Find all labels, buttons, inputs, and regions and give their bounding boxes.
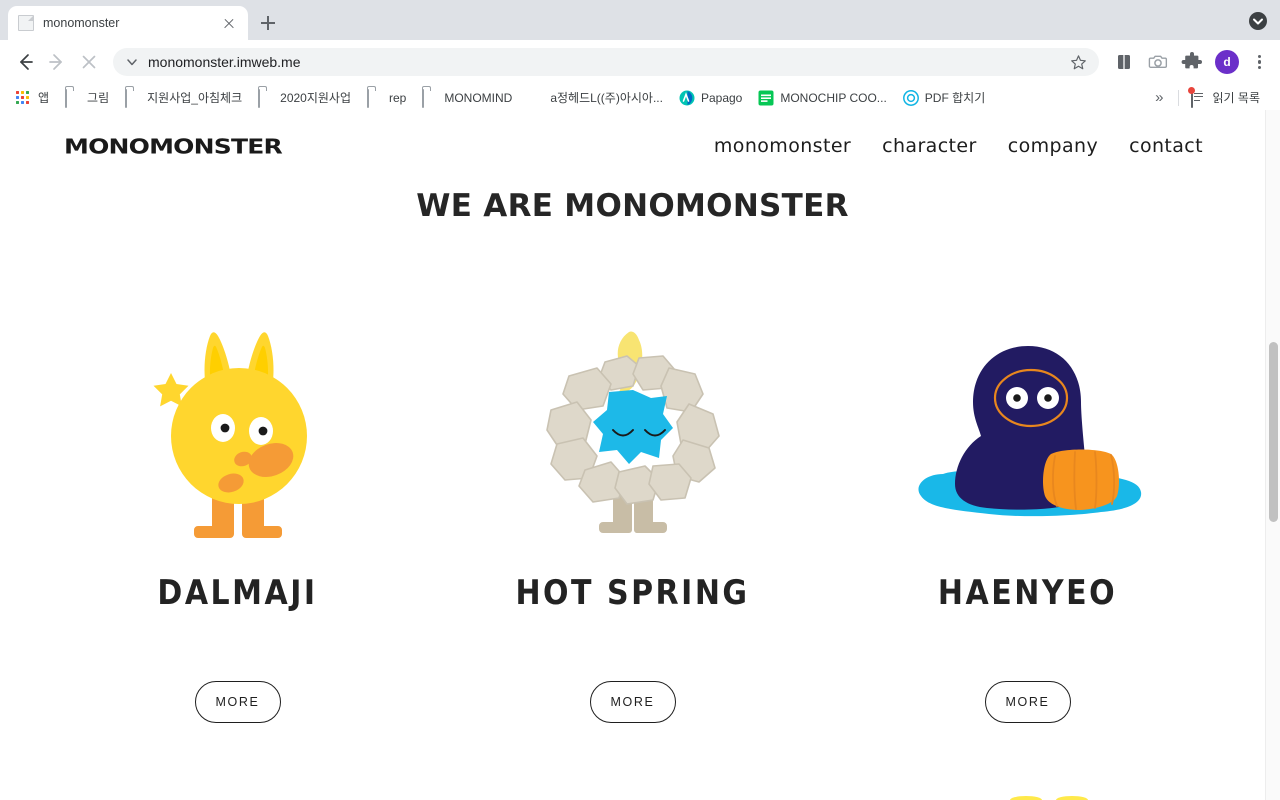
bookmark-label: PDF 합치기 bbox=[924, 91, 986, 105]
page-icon bbox=[18, 15, 34, 31]
apps-grid-icon bbox=[16, 90, 32, 106]
character-card-haenyeo: HAENYEO MORE bbox=[830, 310, 1225, 723]
stop-loading-icon[interactable] bbox=[74, 47, 104, 77]
arrow-left-icon[interactable] bbox=[10, 47, 40, 77]
bookmark-monochip-coo[interactable]: MONOCHIP COO... bbox=[751, 87, 893, 109]
reading-list-icon bbox=[1187, 86, 1207, 108]
arrow-right-icon bbox=[42, 47, 72, 77]
star-outline-icon[interactable] bbox=[1070, 54, 1087, 71]
bookmark-pdf-merge[interactable]: PDF 합치기 bbox=[896, 86, 992, 109]
more-button-hot-spring[interactable]: MORE bbox=[589, 681, 676, 723]
bookmark-label: 2020지원사업 bbox=[280, 91, 351, 105]
character-cards: DALMAJI MORE HOT SPRING MORE HAENYEO MOR… bbox=[0, 310, 1265, 723]
bookmarks-overflow: » 읽기 목록 bbox=[1151, 86, 1271, 109]
reading-mode-icon[interactable] bbox=[1111, 49, 1137, 75]
folder-icon bbox=[367, 88, 383, 108]
hot-spring-character[interactable] bbox=[533, 310, 733, 550]
nav-item-monomonster[interactable]: monomonster bbox=[714, 135, 851, 157]
browser-window: monomonster monomonster.imweb.me d 앱 그림 … bbox=[0, 0, 1280, 800]
bookmarks-bar: 앱 그림 지원사업_아침체크 2020지원사업 rep MONOMIND a정헤… bbox=[0, 84, 1280, 112]
reading-list-label: 읽기 목록 bbox=[1212, 91, 1261, 105]
reading-list-button[interactable]: 읽기 목록 bbox=[1187, 86, 1268, 109]
bookmark-folder-support-morning-check[interactable]: 지원사업_아침체크 bbox=[118, 86, 249, 109]
camera-icon[interactable] bbox=[1145, 49, 1171, 75]
avatar[interactable]: d bbox=[1215, 50, 1239, 74]
more-button-haenyeo[interactable]: MORE bbox=[984, 681, 1071, 723]
haenyeo-character[interactable] bbox=[903, 310, 1153, 550]
bookmark-papago[interactable]: Papago bbox=[672, 87, 749, 109]
address-bar[interactable]: monomonster.imweb.me bbox=[113, 48, 1099, 76]
bookmark-label: 앱 bbox=[38, 91, 50, 105]
bookmarks-overflow-button[interactable]: » bbox=[1151, 89, 1167, 106]
line-store-icon bbox=[758, 90, 774, 106]
nav-item-company[interactable]: company bbox=[1008, 135, 1098, 157]
character-name: DALMAJI bbox=[157, 574, 318, 614]
site-header: MONOMONSTER monomonster character compan… bbox=[0, 110, 1265, 182]
bookmark-apps[interactable]: 앱 bbox=[9, 86, 56, 109]
folder-icon bbox=[65, 88, 81, 108]
bookmark-label: MONOMIND bbox=[444, 90, 513, 105]
chevron-down-icon[interactable] bbox=[125, 55, 139, 69]
next-section-peek bbox=[0, 778, 1265, 800]
bookmark-label: rep bbox=[389, 90, 407, 105]
character-card-hot-spring: HOT SPRING MORE bbox=[435, 310, 830, 723]
extensions-puzzle-icon[interactable] bbox=[1179, 49, 1205, 75]
bookmark-folder-rep[interactable]: rep bbox=[360, 87, 413, 109]
page-scrollbar-thumb[interactable] bbox=[1269, 342, 1278, 522]
bookmark-folder-geurim[interactable]: 그림 bbox=[58, 86, 116, 109]
folder-icon bbox=[422, 88, 438, 108]
bookmark-label: MONOCHIP COO... bbox=[780, 90, 887, 105]
browser-tab[interactable]: monomonster bbox=[8, 6, 248, 40]
rabbit-character[interactable] bbox=[138, 310, 338, 550]
more-button-dalmaji[interactable]: MORE bbox=[194, 681, 281, 723]
divider bbox=[1177, 89, 1179, 106]
close-icon[interactable] bbox=[220, 14, 238, 32]
folder-icon bbox=[125, 88, 141, 108]
page-scrollbar-track[interactable] bbox=[1265, 110, 1280, 800]
website-page: MONOMONSTER monomonster character compan… bbox=[0, 110, 1265, 800]
papago-icon bbox=[679, 90, 695, 106]
tab-strip: monomonster bbox=[0, 0, 1280, 40]
browser-toolbar: monomonster.imweb.me d bbox=[0, 40, 1280, 84]
bookmark-label: 그림 bbox=[87, 91, 110, 105]
nav-item-character[interactable]: character bbox=[882, 135, 977, 157]
tab-title: monomonster bbox=[43, 16, 120, 30]
folder-icon bbox=[258, 88, 274, 108]
pdf-merge-icon bbox=[902, 89, 919, 106]
bookmark-asia[interactable]: a정헤드L((주)아시아... bbox=[521, 86, 670, 109]
globe-icon bbox=[528, 90, 544, 106]
page-viewport: MONOMONSTER monomonster character compan… bbox=[0, 110, 1280, 800]
kebab-menu-icon[interactable] bbox=[1248, 49, 1270, 75]
site-logo[interactable]: MONOMONSTER bbox=[64, 134, 283, 158]
url-text: monomonster.imweb.me bbox=[148, 54, 301, 70]
bookmark-label: Papago bbox=[700, 90, 743, 105]
bookmark-label: a정헤드L((주)아시아... bbox=[550, 91, 663, 105]
bookmark-label: 지원사업_아침체크 bbox=[147, 91, 243, 105]
page-title: WE ARE MONOMONSTER bbox=[416, 188, 849, 224]
bookmark-folder-monomind[interactable]: MONOMIND bbox=[415, 87, 519, 109]
bookmark-folder-2020-support[interactable]: 2020지원사업 bbox=[251, 86, 358, 109]
character-name: HOT SPRING bbox=[515, 574, 750, 614]
chevron-down-circle-icon[interactable] bbox=[1248, 11, 1268, 31]
character-name: HAENYEO bbox=[937, 574, 1118, 614]
character-card-dalmaji: DALMAJI MORE bbox=[40, 310, 435, 723]
main-navigation: monomonster character company contact bbox=[714, 135, 1203, 157]
nav-item-contact[interactable]: contact bbox=[1129, 135, 1203, 157]
plus-icon[interactable] bbox=[254, 9, 282, 37]
